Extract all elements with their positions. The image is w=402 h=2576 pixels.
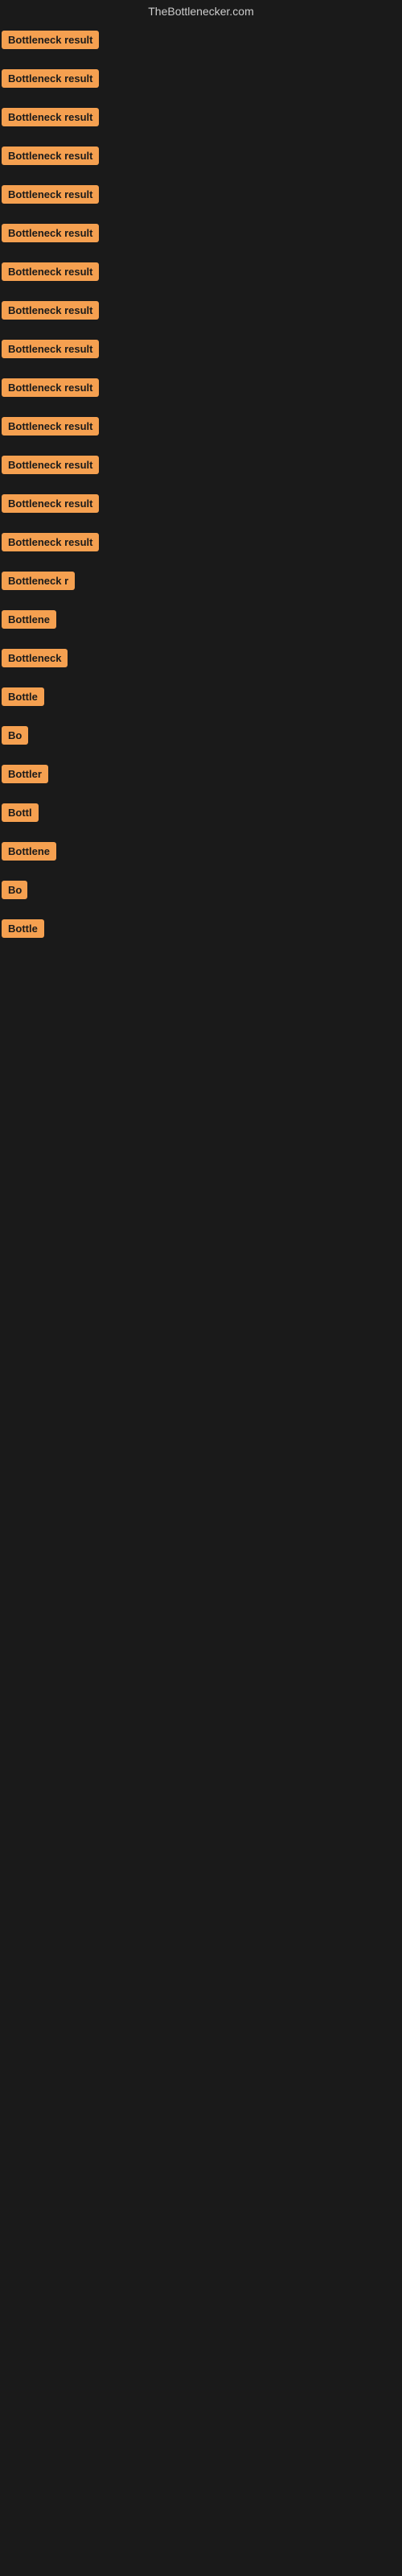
bottleneck-result-tag[interactable]: Bottleneck result — [2, 378, 99, 397]
bottleneck-result-tag[interactable]: Bo — [2, 726, 28, 745]
bottleneck-result-tag[interactable]: Bottleneck r — [2, 572, 75, 590]
bottleneck-result-tag[interactable]: Bottlene — [2, 610, 56, 629]
bottleneck-result-tag[interactable]: Bottleneck result — [2, 456, 99, 474]
bottleneck-result-tag[interactable]: Bottleneck result — [2, 147, 99, 165]
tag-row: Bottleneck result — [0, 177, 402, 216]
bottleneck-result-tag[interactable]: Bottler — [2, 765, 48, 783]
bottleneck-result-tag[interactable]: Bottleneck result — [2, 31, 99, 49]
tag-row: Bottleneck result — [0, 100, 402, 138]
tag-row: Bottlene — [0, 834, 402, 873]
bottleneck-result-tag[interactable]: Bottl — [2, 803, 39, 822]
tag-row: Bottle — [0, 679, 402, 718]
bottleneck-result-tag[interactable]: Bottleneck result — [2, 69, 99, 88]
tag-row: Bottleneck result — [0, 138, 402, 177]
bottleneck-result-tag[interactable]: Bottleneck result — [2, 301, 99, 320]
tag-row: Bottleneck result — [0, 409, 402, 448]
bottleneck-result-tag[interactable]: Bottleneck result — [2, 185, 99, 204]
tag-row: Bottlene — [0, 602, 402, 641]
bottleneck-result-tag[interactable]: Bottleneck result — [2, 224, 99, 242]
tag-row: Bottleneck result — [0, 332, 402, 370]
tag-row: Bottleneck result — [0, 525, 402, 564]
tag-row: Bottleneck result — [0, 61, 402, 100]
bottleneck-result-tag[interactable]: Bottleneck result — [2, 417, 99, 436]
tag-row: Bottleneck r — [0, 564, 402, 602]
tag-row: Bo — [0, 718, 402, 757]
bottleneck-result-tag[interactable]: Bottlene — [2, 842, 56, 861]
bottleneck-result-tag[interactable]: Bottleneck result — [2, 262, 99, 281]
bottleneck-result-tag[interactable]: Bottle — [2, 919, 44, 938]
bottleneck-result-tag[interactable]: Bottleneck result — [2, 494, 99, 513]
tag-row: Bottl — [0, 795, 402, 834]
site-title: TheBottlenecker.com — [0, 0, 402, 23]
bottleneck-result-tag[interactable]: Bottleneck result — [2, 108, 99, 126]
tag-row: Bottle — [0, 911, 402, 950]
bottleneck-result-tag[interactable]: Bottleneck result — [2, 340, 99, 358]
bottleneck-result-tag[interactable]: Bottle — [2, 687, 44, 706]
tag-row: Bottleneck result — [0, 448, 402, 486]
tag-row: Bottleneck result — [0, 486, 402, 525]
tag-row: Bottleneck result — [0, 293, 402, 332]
tag-row: Bottleneck result — [0, 254, 402, 293]
bottleneck-result-tag[interactable]: Bo — [2, 881, 27, 899]
bottleneck-result-tag[interactable]: Bottleneck — [2, 649, 68, 667]
tag-row: Bottleneck result — [0, 216, 402, 254]
tag-row: Bo — [0, 873, 402, 911]
tag-row: Bottler — [0, 757, 402, 795]
bottleneck-result-tag[interactable]: Bottleneck result — [2, 533, 99, 551]
tag-row: Bottleneck result — [0, 23, 402, 61]
tag-row: Bottleneck result — [0, 370, 402, 409]
tag-row: Bottleneck — [0, 641, 402, 679]
